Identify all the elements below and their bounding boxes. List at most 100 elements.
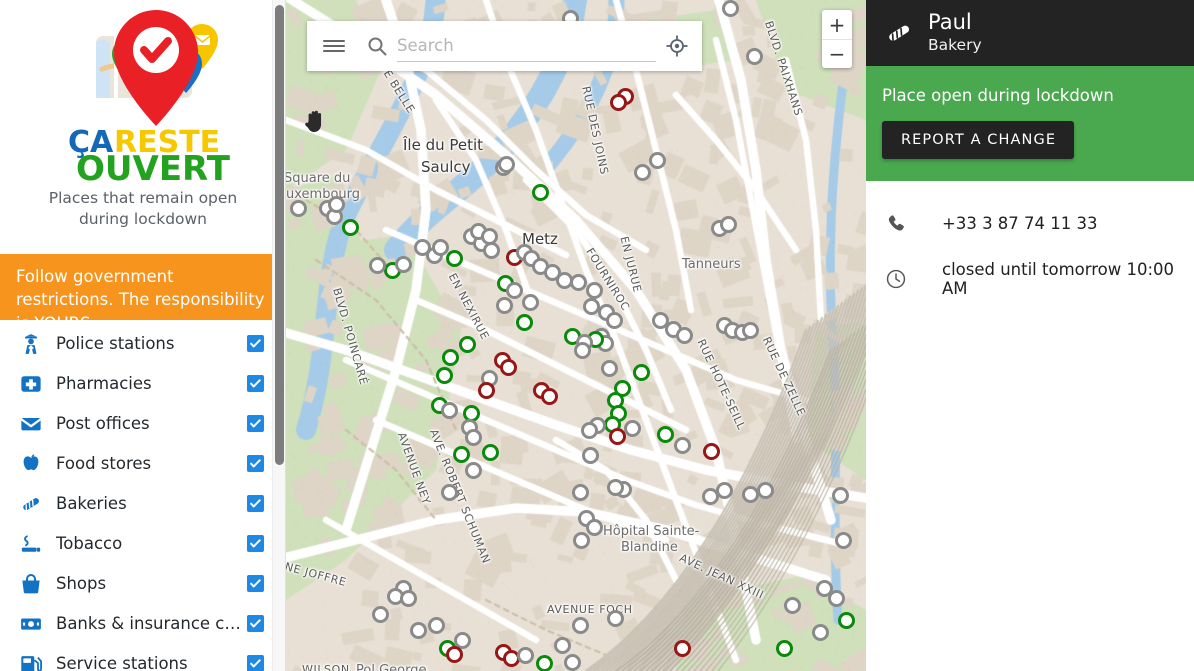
category-checkbox[interactable] (247, 495, 264, 513)
map-marker[interactable] (536, 655, 553, 671)
map-marker[interactable] (290, 200, 307, 217)
zoom-in-button[interactable]: + (822, 10, 852, 39)
map-marker[interactable] (601, 360, 618, 377)
category-row[interactable]: Tobacco (0, 524, 285, 564)
category-row[interactable]: Pharmacies (0, 364, 285, 404)
map-marker[interactable] (496, 297, 513, 314)
category-row[interactable]: Banks & insurance com… (0, 604, 285, 644)
map-marker[interactable] (828, 590, 845, 607)
map-marker[interactable] (838, 612, 855, 629)
report-a-change-button[interactable]: REPORT A CHANGE (882, 121, 1075, 159)
map-marker[interactable] (634, 164, 651, 181)
map-marker[interactable] (500, 359, 517, 376)
map-marker[interactable] (441, 402, 458, 419)
map-marker[interactable] (522, 294, 539, 311)
map-marker[interactable] (328, 196, 345, 213)
map-marker[interactable] (572, 484, 589, 501)
map-marker[interactable] (703, 443, 720, 460)
map-marker[interactable] (573, 532, 590, 549)
map-marker[interactable] (607, 610, 624, 627)
map-marker[interactable] (446, 250, 463, 267)
map-marker[interactable] (532, 184, 549, 201)
map-marker[interactable] (674, 640, 691, 657)
map-marker[interactable] (481, 228, 498, 245)
category-checkbox[interactable] (247, 655, 264, 671)
map-marker[interactable] (428, 617, 445, 634)
map-search-bar[interactable] (307, 21, 702, 71)
category-checkbox[interactable] (247, 335, 264, 353)
search-input[interactable] (397, 30, 656, 62)
map-marker[interactable] (442, 349, 459, 366)
map-marker[interactable] (498, 156, 515, 173)
map-marker[interactable] (441, 484, 458, 501)
map-marker[interactable] (624, 420, 641, 437)
category-label: Pharmacies (56, 374, 152, 394)
map-marker[interactable] (757, 482, 774, 499)
map-marker[interactable] (633, 364, 650, 381)
map-marker[interactable] (564, 654, 581, 671)
map-marker[interactable] (606, 312, 623, 329)
map-marker[interactable] (742, 322, 759, 339)
map-view[interactable]: Île du Petit Saulcy Square du Luxembourg Met… (286, 0, 866, 671)
map-marker[interactable] (657, 426, 674, 443)
map-marker[interactable] (482, 444, 499, 461)
map-marker[interactable] (372, 606, 389, 623)
map-marker[interactable] (453, 446, 470, 463)
map-marker[interactable] (395, 256, 412, 273)
map-marker[interactable] (342, 219, 359, 236)
category-checkbox[interactable] (247, 415, 264, 433)
map-marker[interactable] (720, 216, 737, 233)
map-marker[interactable] (516, 314, 533, 331)
map-marker[interactable] (784, 597, 801, 614)
map-marker[interactable] (541, 388, 558, 405)
map-marker[interactable] (676, 327, 693, 344)
category-row[interactable]: Post offices (0, 404, 285, 444)
map-marker[interactable] (517, 647, 534, 664)
map-marker[interactable] (582, 447, 599, 464)
map-marker[interactable] (649, 152, 666, 169)
map-marker[interactable] (574, 342, 591, 359)
map-marker[interactable] (459, 336, 476, 353)
zoom-out-button[interactable]: − (822, 39, 852, 68)
map-marker[interactable] (610, 94, 627, 111)
sidebar-scrollbar-track[interactable] (272, 0, 285, 671)
hamburger-menu-icon[interactable] (321, 33, 347, 59)
map-marker[interactable] (722, 0, 739, 17)
map-marker[interactable] (746, 48, 763, 65)
map-marker[interactable] (369, 257, 386, 274)
category-row[interactable]: Shops (0, 564, 285, 604)
map-marker[interactable] (572, 617, 589, 634)
sidebar-scrollbar-thumb[interactable] (275, 5, 284, 465)
map-marker[interactable] (465, 462, 482, 479)
category-checkbox[interactable] (247, 535, 264, 553)
category-row[interactable]: Food stores (0, 444, 285, 484)
category-checkbox[interactable] (247, 575, 264, 593)
map-marker[interactable] (465, 429, 482, 446)
map-marker[interactable] (436, 367, 453, 384)
category-row[interactable]: Bakeries (0, 484, 285, 524)
map-marker[interactable] (586, 282, 603, 299)
map-marker[interactable] (410, 622, 427, 639)
category-row[interactable]: Service stations (0, 644, 285, 671)
map-marker[interactable] (570, 274, 587, 291)
info-row: +33 3 87 74 11 33 (866, 195, 1194, 251)
map-zoom-controls[interactable]: + − (822, 10, 852, 68)
map-marker[interactable] (812, 624, 829, 641)
category-checkbox[interactable] (247, 615, 264, 633)
map-marker[interactable] (776, 640, 793, 657)
map-marker[interactable] (506, 282, 523, 299)
map-marker[interactable] (446, 646, 463, 663)
map-marker[interactable] (716, 482, 733, 499)
map-marker[interactable] (674, 437, 691, 454)
map-marker[interactable] (400, 590, 417, 607)
map-marker[interactable] (607, 479, 624, 496)
map-marker[interactable] (586, 519, 603, 536)
map-marker[interactable] (478, 382, 495, 399)
map-marker[interactable] (835, 532, 852, 549)
map-marker[interactable] (554, 637, 571, 654)
my-location-crosshair-icon[interactable] (664, 33, 690, 59)
category-checkbox[interactable] (247, 375, 264, 393)
category-checkbox[interactable] (247, 455, 264, 473)
map-marker[interactable] (581, 422, 598, 439)
map-marker[interactable] (832, 487, 849, 504)
